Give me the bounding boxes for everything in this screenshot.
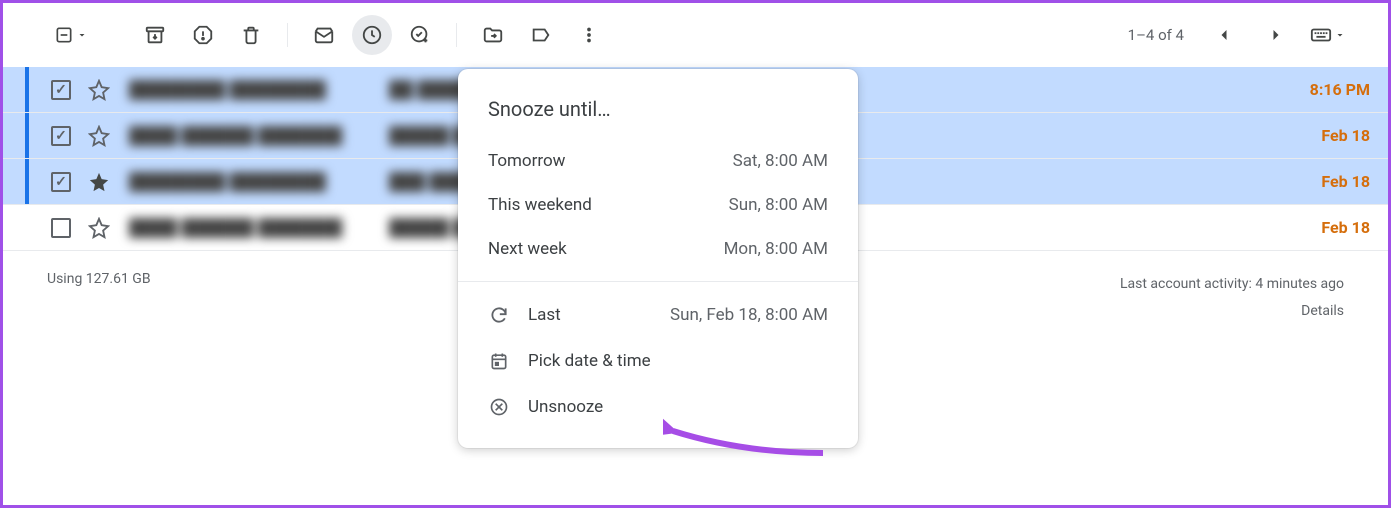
snooze-unsnooze-label: Unsnooze xyxy=(528,397,603,417)
date: 8:16 PM xyxy=(1310,80,1374,99)
report-spam-button[interactable] xyxy=(183,15,223,55)
next-page-button[interactable] xyxy=(1256,15,1296,55)
select-checkbox[interactable] xyxy=(51,15,91,55)
details-link[interactable]: Details xyxy=(1120,298,1344,325)
cancel-icon xyxy=(488,396,510,418)
move-to-button[interactable] xyxy=(473,15,513,55)
snooze-pick-date[interactable]: Pick date & time xyxy=(458,338,858,384)
snooze-option[interactable]: This weekend Sun, 8:00 AM xyxy=(458,183,858,227)
star-icon[interactable] xyxy=(87,124,111,148)
snooze-button[interactable] xyxy=(352,15,392,55)
snooze-title: Snooze until… xyxy=(458,87,858,139)
star-icon[interactable] xyxy=(87,170,111,194)
refresh-icon xyxy=(488,304,510,326)
star-icon[interactable] xyxy=(87,216,111,240)
sender: ████ ██████ ███████ xyxy=(129,218,389,238)
snooze-option-label: This weekend xyxy=(488,195,592,215)
input-tools-button[interactable] xyxy=(1308,15,1348,55)
snooze-option[interactable]: Tomorrow Sat, 8:00 AM xyxy=(458,139,858,183)
row-checkbox[interactable] xyxy=(51,126,71,146)
sender: ████████ ████████ xyxy=(129,80,389,100)
date: Feb 18 xyxy=(1321,172,1374,191)
pagination: 1–4 of 4 xyxy=(1128,15,1348,55)
snooze-last-label: Last xyxy=(528,305,561,325)
snooze-option[interactable]: Next week Mon, 8:00 AM xyxy=(458,227,858,271)
calendar-icon xyxy=(488,350,510,372)
snooze-last-time: Sun, Feb 18, 8:00 AM xyxy=(670,305,828,325)
archive-button[interactable] xyxy=(135,15,175,55)
labels-button[interactable] xyxy=(521,15,561,55)
snooze-option-time: Sat, 8:00 AM xyxy=(733,151,828,171)
date: Feb 18 xyxy=(1321,218,1374,237)
row-checkbox[interactable] xyxy=(51,218,71,238)
snooze-pick-label: Pick date & time xyxy=(528,351,651,371)
row-checkbox[interactable] xyxy=(51,80,71,100)
prev-page-button[interactable] xyxy=(1204,15,1244,55)
snooze-last[interactable]: Last Sun, Feb 18, 8:00 AM xyxy=(458,292,858,338)
snooze-option-time: Sun, 8:00 AM xyxy=(729,195,828,215)
delete-button[interactable] xyxy=(231,15,271,55)
snooze-popover: Snooze until… Tomorrow Sat, 8:00 AM This w… xyxy=(458,69,858,448)
star-icon[interactable] xyxy=(87,78,111,102)
row-checkbox[interactable] xyxy=(51,172,71,192)
more-button[interactable] xyxy=(569,15,609,55)
mark-unread-button[interactable] xyxy=(304,15,344,55)
last-activity: Last account activity: 4 minutes ago xyxy=(1120,271,1344,298)
toolbar: 1–4 of 4 xyxy=(3,3,1388,67)
sender: ████████ ████████ xyxy=(129,172,389,192)
sender: ████ ██████ ███████ xyxy=(129,126,389,146)
storage-usage: Using 127.61 GB xyxy=(47,271,151,324)
snooze-option-label: Tomorrow xyxy=(488,151,565,171)
snooze-option-label: Next week xyxy=(488,239,567,259)
date: Feb 18 xyxy=(1321,126,1374,145)
snooze-unsnooze[interactable]: Unsnooze xyxy=(458,384,858,430)
page-count: 1–4 of 4 xyxy=(1128,26,1184,44)
add-to-tasks-button[interactable] xyxy=(400,15,440,55)
snooze-option-time: Mon, 8:00 AM xyxy=(724,239,828,259)
